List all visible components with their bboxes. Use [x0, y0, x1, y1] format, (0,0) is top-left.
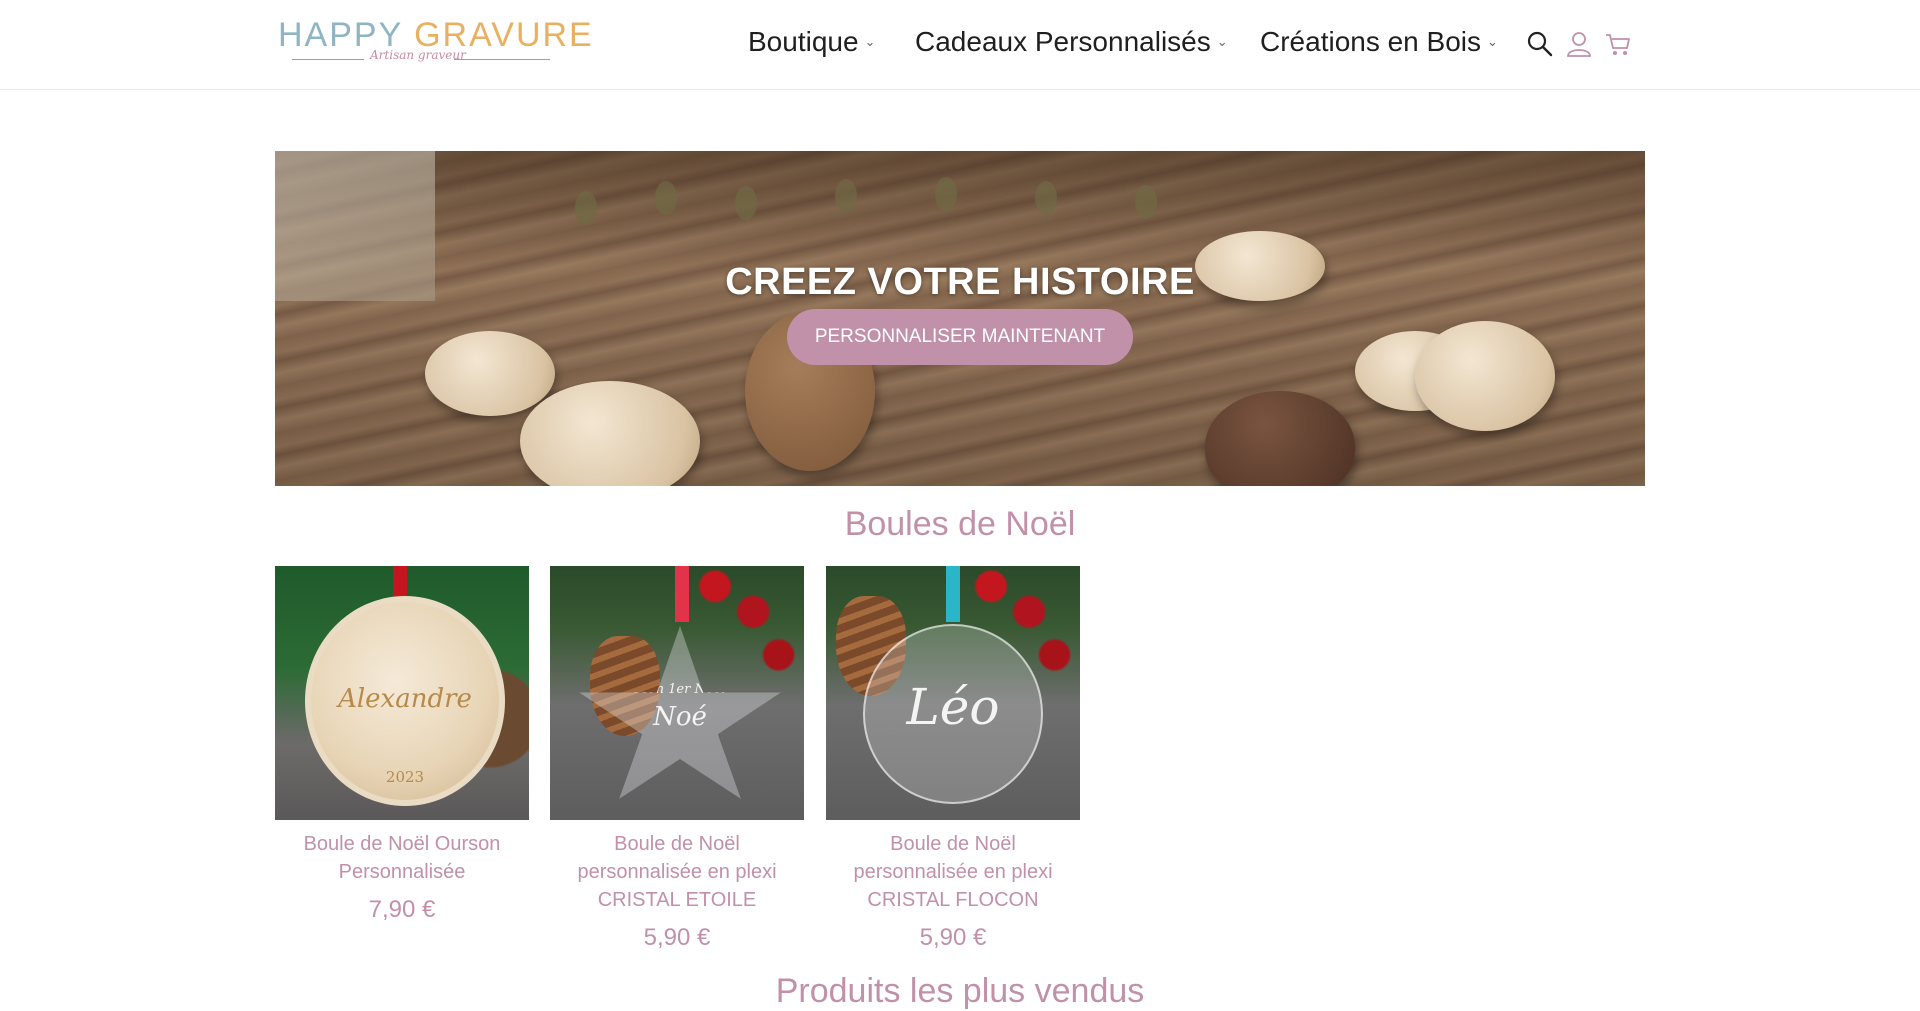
personalize-button[interactable]: PERSONNALISER MAINTENANT [787, 309, 1133, 365]
hero-banner: CREEZ VOTRE HISTOIRE PERSONNALISER MAINT… [275, 151, 1645, 486]
logo-divider [454, 59, 550, 60]
ornament-text: Alexandre [338, 684, 472, 714]
hero-leaf [735, 186, 757, 220]
section-title-boules: Boules de Noël [844, 505, 1076, 543]
logo-divider [292, 59, 364, 60]
ribbon [946, 566, 960, 622]
hero-leaf [835, 179, 857, 213]
hero-leaf [655, 181, 677, 215]
site-header: HAPPY GRAVURE Artisan graveur Boutique ⌄… [0, 0, 1920, 90]
product-card[interactable]: Alexandre 2023 Boule de Noël Ourson Pers… [275, 566, 529, 924]
hero-leaf [575, 191, 597, 225]
product-image[interactable]: Mon 1er Noël Noé [550, 566, 804, 820]
nav-label: Boutique [748, 26, 859, 57]
hero-heart-keychain [1205, 391, 1355, 486]
hero-keychain [1415, 321, 1555, 431]
product-name[interactable]: Boule de Noël personnalisée en plexi CRI… [826, 830, 1080, 914]
nav-label: Cadeaux Personnalisés [915, 26, 1211, 57]
product-price: 7,90 € [368, 896, 436, 923]
ornament-shape: Léo [863, 624, 1043, 804]
product-name[interactable]: Boule de Noël Ourson Personnalisée [275, 830, 529, 886]
chevron-down-icon: ⌄ [1487, 34, 1498, 49]
ornament-year: 2023 [385, 768, 425, 786]
hero-leaf [1135, 185, 1157, 219]
product-card[interactable]: Mon 1er Noël Noé Boule de Noël personnal… [550, 566, 804, 952]
section-title-bestsellers: Produits les plus vendus [775, 972, 1145, 1010]
nav-item-boutique[interactable]: Boutique ⌄ [748, 26, 875, 58]
user-icon[interactable] [1565, 30, 1593, 58]
nav-item-cadeaux[interactable]: Cadeaux Personnalisés ⌄ [915, 26, 1228, 58]
nav-label: Créations en Bois [1260, 26, 1482, 57]
product-image[interactable]: Léo [826, 566, 1080, 820]
hero-keychain [520, 381, 700, 486]
ribbon [675, 566, 689, 622]
hero-leaf [935, 177, 957, 211]
hero-leaf [1035, 181, 1057, 215]
product-image[interactable]: Alexandre 2023 [275, 566, 529, 820]
hero-title: CREEZ VOTRE HISTOIRE [725, 261, 1195, 303]
product-card[interactable]: Léo Boule de Noël personnalisée en plexi… [826, 566, 1080, 952]
ornament-shape: Alexandre 2023 [305, 596, 505, 806]
cart-icon[interactable] [1604, 30, 1632, 58]
site-logo[interactable]: HAPPY GRAVURE Artisan graveur [278, 14, 592, 74]
product-name[interactable]: Boule de Noël personnalisée en plexi CRI… [550, 830, 804, 914]
logo-tagline: Artisan graveur [370, 48, 466, 62]
product-price: 5,90 € [643, 924, 711, 951]
nav-item-creations[interactable]: Créations en Bois ⌄ [1260, 26, 1498, 58]
search-icon[interactable] [1526, 30, 1554, 58]
ornament-text: Léo [906, 678, 1000, 736]
hero-keychain [425, 331, 555, 416]
chevron-down-icon: ⌄ [864, 34, 876, 49]
product-price: 5,90 € [919, 924, 987, 951]
chevron-down-icon: ⌄ [1216, 34, 1228, 49]
